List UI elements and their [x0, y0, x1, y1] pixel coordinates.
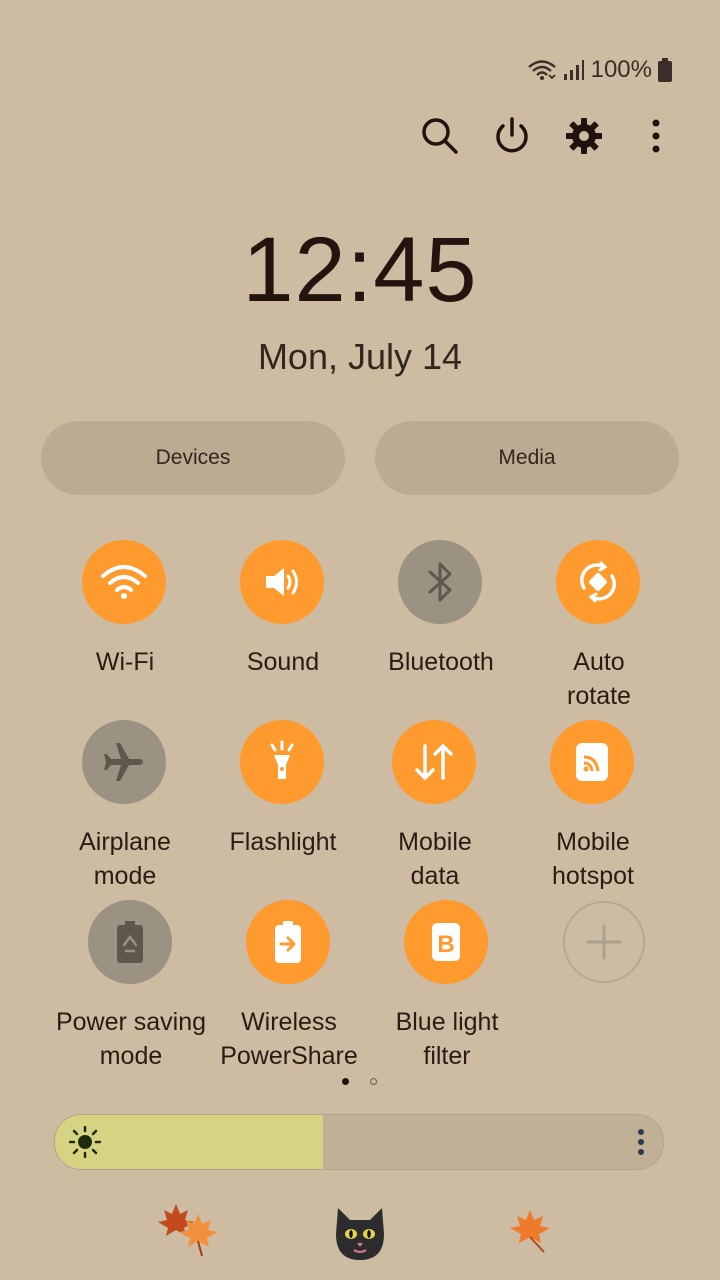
tile-sound[interactable] [240, 540, 324, 624]
tile-sound-label: Sound [246, 648, 320, 676]
airplane-icon [104, 743, 143, 781]
bluetooth-icon [428, 562, 452, 602]
wifi-icon [101, 565, 147, 599]
tile-wireless-powershare-label: Wireless PowerShare [220, 1008, 358, 1070]
tile-bluetooth[interactable] [398, 540, 482, 624]
quick-panel-actions [0, 112, 720, 162]
tile-mobile-data[interactable] [392, 720, 476, 804]
maple-leaf-icon [510, 1210, 550, 1253]
auto-rotate-icon [580, 561, 616, 603]
tile-airplane-mode[interactable] [82, 720, 166, 804]
maple-leaves-icon [158, 1204, 218, 1257]
hotspot-icon [576, 743, 608, 781]
tile-blue-light-filter[interactable]: B [404, 900, 488, 984]
mobile-data-icon [415, 744, 453, 780]
power-icon[interactable] [488, 112, 536, 160]
svg-text:B: B [437, 931, 454, 958]
wifi-call-icon [527, 60, 556, 80]
devices-button-label: Devices [155, 446, 231, 469]
tile-mobile-data-label: Mobile data [398, 828, 472, 890]
brightness-slider[interactable] [54, 1114, 664, 1170]
power-saving-icon [117, 921, 143, 963]
tile-mobile-hotspot[interactable] [550, 720, 634, 804]
wireless-powershare-icon [275, 921, 301, 963]
sound-icon [266, 568, 298, 596]
add-tile-icon [586, 924, 622, 960]
settings-icon[interactable] [560, 112, 608, 160]
tile-airplane-label: Airplane mode [79, 828, 171, 890]
battery-percent: 100% [590, 56, 652, 83]
tile-wireless-powershare[interactable] [246, 900, 330, 984]
search-icon[interactable] [416, 112, 464, 160]
tile-power-saving[interactable] [88, 900, 172, 984]
page-dot-inactive[interactable] [370, 1078, 377, 1085]
tile-wifi-label: Wi-Fi [95, 648, 155, 676]
tile-wifi[interactable] [82, 540, 166, 624]
black-cat-icon [336, 1208, 384, 1260]
battery-icon [658, 58, 672, 82]
flashlight-icon [270, 740, 294, 779]
tile-bluetooth-label: Bluetooth [388, 648, 494, 676]
brightness-more-icon[interactable] [637, 1128, 645, 1156]
tile-blue-light-filter-label: Blue light filter [395, 1008, 499, 1070]
page-dot-active[interactable] [342, 1078, 349, 1085]
tile-power-saving-label: Power saving mode [55, 1008, 207, 1070]
tile-auto-rotate[interactable] [556, 540, 640, 624]
blue-light-filter-icon: B [432, 923, 460, 961]
add-tile-button[interactable] [563, 901, 645, 983]
more-options-icon[interactable] [632, 112, 680, 160]
devices-button[interactable]: Devices [41, 421, 345, 495]
clock-date[interactable]: Mon, July 14 [0, 336, 720, 378]
media-button[interactable]: Media [375, 421, 679, 495]
tile-flashlight[interactable] [240, 720, 324, 804]
tile-flashlight-label: Flashlight [229, 828, 337, 856]
status-bar: 100% [527, 56, 672, 84]
media-button-label: Media [498, 446, 556, 469]
clock-time[interactable]: 12:45 [0, 218, 720, 323]
brightness-icon [69, 1126, 101, 1158]
tile-auto-rotate-label: Auto rotate [567, 648, 631, 710]
tile-mobile-hotspot-label: Mobile hotspot [551, 828, 634, 890]
signal-icon [563, 60, 584, 80]
